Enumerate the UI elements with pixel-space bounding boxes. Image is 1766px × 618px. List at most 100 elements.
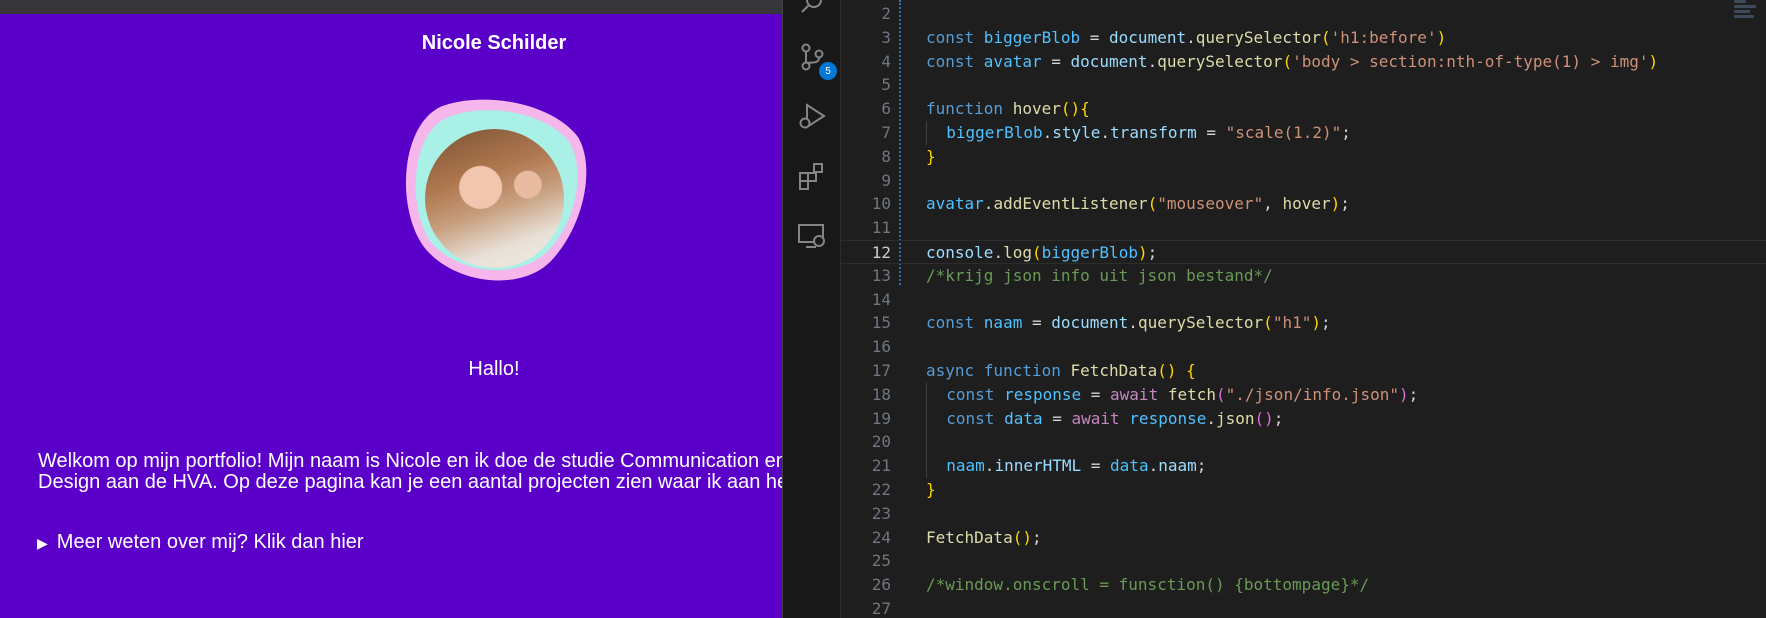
code-token: data <box>1004 408 1043 428</box>
code-token: ( <box>1263 313 1273 333</box>
code-token: . <box>1147 51 1158 71</box>
code-token: naam <box>983 313 1023 333</box>
more-info-details-toggle[interactable]: ▶ Meer weten over mij? Klik dan hier <box>37 531 364 554</box>
code-token: ; <box>1147 242 1158 262</box>
extensions-icon[interactable] <box>793 157 831 195</box>
code-token: = <box>1041 51 1071 71</box>
code-line[interactable]: 5 <box>841 73 1766 97</box>
avatar[interactable] <box>400 97 588 283</box>
code-token: "./json/info.json" <box>1225 384 1400 404</box>
code-token: ; <box>1031 527 1042 547</box>
search-icon[interactable] <box>793 0 831 22</box>
code-token: const <box>946 408 1005 428</box>
code-line[interactable]: 4 const avatar = document.querySelector('… <box>841 50 1766 74</box>
code-token: FetchData <box>926 527 1013 547</box>
remote-explorer-icon[interactable] <box>793 217 831 255</box>
code-line[interactable]: 11 <box>841 216 1766 240</box>
code-token: "h1" <box>1272 313 1312 333</box>
line-number: 11 <box>871 218 891 238</box>
code-line[interactable]: 19 const data = await response.json(); <box>841 406 1766 431</box>
code-line[interactable]: 10 avatar.addEventListener("mouseover", h… <box>841 192 1766 216</box>
code-token: document <box>1070 51 1148 71</box>
code-line[interactable]: 9 <box>841 169 1766 193</box>
code-token: = <box>1042 408 1072 428</box>
code-text: /*krijg json info uit json bestand*/ <box>926 264 1273 288</box>
editor-pane[interactable]: 2 3 const biggerBlob = document.querySelec… <box>841 0 1766 618</box>
code-line[interactable]: 21 naam.innerHTML = data.naam; <box>841 454 1766 478</box>
code-token: = <box>1022 313 1052 333</box>
code-lines[interactable]: 2 3 const biggerBlob = document.querySelec… <box>841 2 1766 618</box>
code-token: await <box>1071 408 1130 428</box>
code-token: ( <box>1216 384 1226 404</box>
code-text: } <box>926 478 936 502</box>
code-token: ) <box>1648 51 1659 71</box>
code-token: innerHTML <box>994 456 1082 476</box>
code-token: function <box>926 99 1013 119</box>
avatar-photo <box>425 129 564 268</box>
code-text: console.log(biggerBlob); <box>926 241 1157 265</box>
code-token: ( <box>1147 194 1158 214</box>
code-token: () <box>1012 527 1032 547</box>
code-line[interactable]: 18 const response = await fetch("./json/… <box>841 382 1766 407</box>
code-line[interactable]: 17 async function FetchData() { <box>841 359 1766 383</box>
source-control-icon[interactable]: 5 <box>793 38 837 80</box>
code-token: { <box>1080 99 1090 119</box>
greeting-text: Hallo! <box>468 358 520 380</box>
code-line[interactable]: 27 <box>841 597 1766 618</box>
code-token: const <box>946 384 1005 404</box>
code-token: const <box>926 27 984 47</box>
run-and-debug-icon[interactable] <box>793 97 831 135</box>
code-token: querySelector <box>1195 27 1321 47</box>
code-line[interactable]: 15 const naam = document.querySelector("h… <box>841 311 1766 335</box>
code-line[interactable]: 23 <box>841 502 1766 526</box>
code-token: hover <box>1282 194 1331 214</box>
code-text: const data = await response.json(); <box>926 406 1283 431</box>
code-line[interactable]: 6 function hover(){ <box>841 97 1766 121</box>
code-line[interactable]: 12 console.log(biggerBlob); <box>841 239 1766 265</box>
code-line[interactable]: 14 <box>841 288 1766 312</box>
code-line[interactable]: 20 <box>841 430 1766 455</box>
code-text: naam.innerHTML = data.naam; <box>926 454 1206 478</box>
code-token: document <box>1109 27 1187 47</box>
line-number: 9 <box>881 170 891 190</box>
line-number: 12 <box>871 242 891 262</box>
code-line[interactable]: 8} <box>841 145 1766 169</box>
code-line[interactable]: 16 <box>841 335 1766 359</box>
code-token: . <box>1206 408 1216 428</box>
line-number: 21 <box>871 456 891 476</box>
code-token: biggerBlob <box>1041 242 1138 262</box>
code-token: 'body > section:nth-of-type(1) > img' <box>1292 51 1649 71</box>
code-token: = <box>1080 27 1110 47</box>
code-text: } <box>926 145 936 169</box>
code-token: avatar <box>926 194 984 214</box>
code-line[interactable]: 24 FetchData(); <box>841 526 1766 550</box>
code-token: . <box>983 194 994 214</box>
line-number: 6 <box>881 99 891 119</box>
code-line[interactable]: 2 <box>841 2 1766 26</box>
minimap[interactable] <box>1734 0 1762 34</box>
code-token: = <box>1081 456 1111 476</box>
line-number: 7 <box>881 122 891 142</box>
code-line[interactable]: 26 /*window.onscroll = funsction() {botto… <box>841 573 1766 597</box>
code-token: ; <box>1196 456 1207 476</box>
browser-preview: Nicole Schilder Hallo! Welkom op mijn po… <box>0 0 782 618</box>
code-line[interactable]: 22} <box>841 478 1766 502</box>
line-number: 16 <box>871 337 891 357</box>
code-line[interactable]: 13 /*krijg json info uit json bestand*/ <box>841 264 1766 288</box>
code-line[interactable]: 3 const biggerBlob = document.querySelect… <box>841 26 1766 50</box>
code-token: biggerBlob <box>946 122 1043 142</box>
code-text: const avatar = document.querySelector('b… <box>926 50 1658 74</box>
code-token: log <box>1003 242 1032 262</box>
code-line[interactable]: 25 <box>841 549 1766 573</box>
code-token: ) <box>1330 194 1341 214</box>
code-token: naam <box>946 456 985 476</box>
code-token: . <box>993 242 1004 262</box>
code-token: async <box>926 360 984 380</box>
indent-guide <box>926 120 927 145</box>
disclosure-triangle-icon: ▶ <box>37 534 48 551</box>
code-token: function <box>983 360 1071 380</box>
indent-guide <box>926 430 927 455</box>
code-line[interactable]: 7 biggerBlob.style.transform = "scale(1.… <box>841 120 1766 145</box>
code-token: fetch <box>1167 384 1216 404</box>
code-token: response <box>1129 408 1207 428</box>
